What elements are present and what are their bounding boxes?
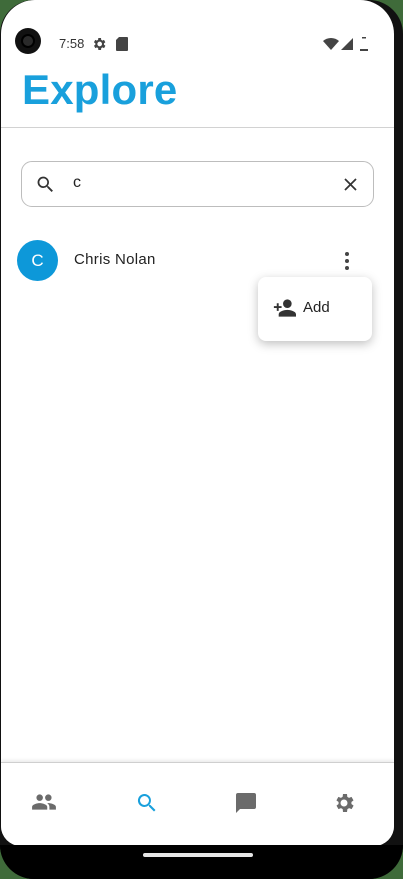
person-add-icon (271, 297, 296, 323)
contact-name: Chris Nolan (74, 251, 156, 268)
clear-icon[interactable] (340, 174, 361, 199)
search-input[interactable] (73, 174, 323, 192)
nav-people[interactable] (31, 791, 71, 819)
app-screen: 7:58 Explore C (1, 0, 394, 846)
chat-icon (234, 793, 258, 819)
avatar: C (17, 240, 58, 281)
battery-icon (359, 36, 369, 56)
phone-frame: 7:58 Explore C (0, 0, 403, 879)
popup-menu: Add (258, 277, 372, 341)
add-button[interactable]: Add (258, 277, 372, 341)
wifi-icon (323, 36, 339, 55)
sd-card-icon (115, 36, 129, 56)
nav-settings[interactable] (332, 791, 372, 819)
gesture-area (0, 845, 403, 879)
home-gesture-bar[interactable] (143, 853, 253, 857)
add-label: Add (303, 299, 330, 316)
people-icon (31, 794, 57, 817)
search-bar[interactable] (21, 161, 374, 207)
page-title: Explore (22, 66, 178, 113)
bottom-nav (1, 762, 394, 846)
search-icon (135, 794, 159, 819)
nav-search[interactable] (135, 791, 175, 819)
front-camera (15, 28, 41, 54)
signal-icon (340, 36, 353, 55)
gear-icon (91, 36, 107, 56)
search-icon (35, 174, 56, 199)
more-options-icon[interactable] (335, 250, 359, 278)
status-time: 7:58 (59, 36, 85, 51)
header-divider (1, 127, 394, 128)
settings-icon (332, 794, 356, 819)
nav-chat[interactable] (234, 791, 274, 819)
